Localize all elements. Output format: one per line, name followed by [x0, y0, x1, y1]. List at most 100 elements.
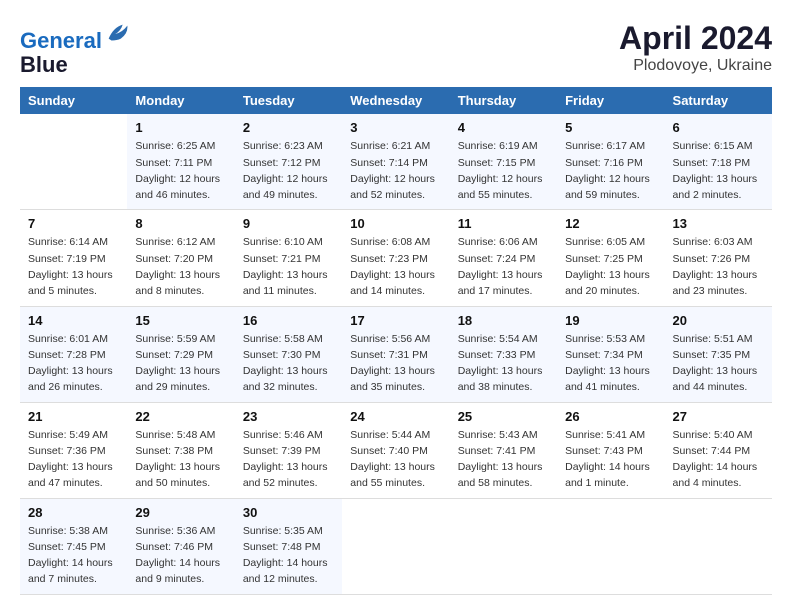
- calendar-cell: 23 Sunrise: 5:46 AMSunset: 7:39 PMDayligh…: [235, 402, 342, 498]
- calendar-header-row: SundayMondayTuesdayWednesdayThursdayFrid…: [20, 87, 772, 114]
- day-number: 6: [673, 120, 764, 135]
- calendar-cell: 26Sunrise: 5:41 AMSunset: 7:43 PMDayligh…: [557, 402, 664, 498]
- calendar-cell: 2 Sunrise: 6:23 AMSunset: 7:12 PMDaylight…: [235, 114, 342, 210]
- calendar-week-row: 14Sunrise: 6:01 AMSunset: 7:28 PMDayligh…: [20, 306, 772, 402]
- calendar-cell: 19 Sunrise: 5:53 AMSunset: 7:34 PMDayligh…: [557, 306, 664, 402]
- day-info: Sunrise: 6:12 AMSunset: 7:20 PMDaylight:…: [135, 234, 226, 299]
- calendar-cell: 29 Sunrise: 5:36 AMSunset: 7:46 PMDayligh…: [127, 498, 234, 594]
- column-header-tuesday: Tuesday: [235, 87, 342, 114]
- day-info: Sunrise: 5:51 AMSunset: 7:35 PMDaylight:…: [673, 331, 764, 396]
- month-year-title: April 2024: [619, 20, 772, 57]
- calendar-cell: 21 Sunrise: 5:49 AMSunset: 7:36 PMDayligh…: [20, 402, 127, 498]
- day-number: 27: [673, 409, 764, 424]
- day-info: Sunrise: 5:43 AMSunset: 7:41 PMDaylight:…: [458, 427, 549, 492]
- calendar-cell: 10 Sunrise: 6:08 AMSunset: 7:23 PMDayligh…: [342, 210, 449, 306]
- day-number: 25: [458, 409, 549, 424]
- day-info: Sunrise: 6:03 AMSunset: 7:26 PMDaylight:…: [673, 234, 764, 299]
- day-info: Sunrise: 5:59 AMSunset: 7:29 PMDaylight:…: [135, 331, 226, 396]
- title-block: April 2024 Plodovoye, Ukraine: [619, 20, 772, 75]
- day-number: 4: [458, 120, 549, 135]
- calendar-week-row: 1Sunrise: 6:25 AMSunset: 7:11 PMDaylight…: [20, 114, 772, 210]
- day-number: 7: [28, 216, 119, 231]
- calendar-cell: 14Sunrise: 6:01 AMSunset: 7:28 PMDayligh…: [20, 306, 127, 402]
- day-info: Sunrise: 6:15 AMSunset: 7:18 PMDaylight:…: [673, 138, 764, 203]
- day-number: 19: [565, 313, 656, 328]
- day-number: 12: [565, 216, 656, 231]
- day-number: 21: [28, 409, 119, 424]
- day-info: Sunrise: 5:36 AMSunset: 7:46 PMDaylight:…: [135, 523, 226, 588]
- day-info: Sunrise: 6:10 AMSunset: 7:21 PMDaylight:…: [243, 234, 334, 299]
- calendar-cell: [557, 498, 664, 594]
- calendar-cell: 27 Sunrise: 5:40 AMSunset: 7:44 PMDayligh…: [665, 402, 772, 498]
- day-number: 15: [135, 313, 226, 328]
- day-number: 17: [350, 313, 441, 328]
- day-info: Sunrise: 5:49 AMSunset: 7:36 PMDaylight:…: [28, 427, 119, 492]
- calendar-cell: [450, 498, 557, 594]
- calendar-cell: [342, 498, 449, 594]
- calendar-week-row: 7 Sunrise: 6:14 AMSunset: 7:19 PMDaylight…: [20, 210, 772, 306]
- day-number: 24: [350, 409, 441, 424]
- calendar-cell: 8Sunrise: 6:12 AMSunset: 7:20 PMDaylight…: [127, 210, 234, 306]
- calendar-week-row: 21 Sunrise: 5:49 AMSunset: 7:36 PMDayligh…: [20, 402, 772, 498]
- day-number: 29: [135, 505, 226, 520]
- calendar-cell: 6 Sunrise: 6:15 AMSunset: 7:18 PMDaylight…: [665, 114, 772, 210]
- column-header-thursday: Thursday: [450, 87, 557, 114]
- day-info: Sunrise: 5:40 AMSunset: 7:44 PMDaylight:…: [673, 427, 764, 492]
- day-info: Sunrise: 5:48 AMSunset: 7:38 PMDaylight:…: [135, 427, 226, 492]
- calendar-cell: 30 Sunrise: 5:35 AMSunset: 7:48 PMDayligh…: [235, 498, 342, 594]
- day-number: 3: [350, 120, 441, 135]
- day-info: Sunrise: 6:08 AMSunset: 7:23 PMDaylight:…: [350, 234, 441, 299]
- calendar-cell: 17Sunrise: 5:56 AMSunset: 7:31 PMDayligh…: [342, 306, 449, 402]
- day-number: 18: [458, 313, 549, 328]
- calendar-cell: 9 Sunrise: 6:10 AMSunset: 7:21 PMDaylight…: [235, 210, 342, 306]
- day-number: 13: [673, 216, 764, 231]
- day-number: 11: [458, 216, 549, 231]
- calendar-cell: 15 Sunrise: 5:59 AMSunset: 7:29 PMDayligh…: [127, 306, 234, 402]
- day-info: Sunrise: 6:01 AMSunset: 7:28 PMDaylight:…: [28, 331, 119, 396]
- location-subtitle: Plodovoye, Ukraine: [619, 57, 772, 75]
- logo-text: General Blue: [20, 20, 132, 77]
- day-number: 9: [243, 216, 334, 231]
- calendar-cell: 11 Sunrise: 6:06 AMSunset: 7:24 PMDayligh…: [450, 210, 557, 306]
- calendar-cell: [20, 114, 127, 210]
- day-number: 10: [350, 216, 441, 231]
- day-info: Sunrise: 5:54 AMSunset: 7:33 PMDaylight:…: [458, 331, 549, 396]
- column-header-friday: Friday: [557, 87, 664, 114]
- page-header: General Blue April 2024 Plodovoye, Ukrai…: [20, 20, 772, 77]
- day-info: Sunrise: 6:23 AMSunset: 7:12 PMDaylight:…: [243, 138, 334, 203]
- calendar-cell: 18 Sunrise: 5:54 AMSunset: 7:33 PMDayligh…: [450, 306, 557, 402]
- day-number: 23: [243, 409, 334, 424]
- calendar-cell: 16Sunrise: 5:58 AMSunset: 7:30 PMDayligh…: [235, 306, 342, 402]
- day-number: 16: [243, 313, 334, 328]
- logo: General Blue: [20, 20, 132, 77]
- column-header-monday: Monday: [127, 87, 234, 114]
- calendar-cell: 4 Sunrise: 6:19 AMSunset: 7:15 PMDaylight…: [450, 114, 557, 210]
- day-info: Sunrise: 5:44 AMSunset: 7:40 PMDaylight:…: [350, 427, 441, 492]
- column-header-wednesday: Wednesday: [342, 87, 449, 114]
- calendar-cell: 24 Sunrise: 5:44 AMSunset: 7:40 PMDayligh…: [342, 402, 449, 498]
- calendar-cell: 3 Sunrise: 6:21 AMSunset: 7:14 PMDaylight…: [342, 114, 449, 210]
- day-number: 30: [243, 505, 334, 520]
- day-info: Sunrise: 5:41 AMSunset: 7:43 PMDaylight:…: [565, 427, 656, 492]
- day-info: Sunrise: 5:35 AMSunset: 7:48 PMDaylight:…: [243, 523, 334, 588]
- column-header-sunday: Sunday: [20, 87, 127, 114]
- day-info: Sunrise: 6:21 AMSunset: 7:14 PMDaylight:…: [350, 138, 441, 203]
- calendar-cell: 20Sunrise: 5:51 AMSunset: 7:35 PMDayligh…: [665, 306, 772, 402]
- day-info: Sunrise: 6:25 AMSunset: 7:11 PMDaylight:…: [135, 138, 226, 203]
- day-info: Sunrise: 5:53 AMSunset: 7:34 PMDaylight:…: [565, 331, 656, 396]
- calendar-cell: 22Sunrise: 5:48 AMSunset: 7:38 PMDayligh…: [127, 402, 234, 498]
- day-info: Sunrise: 6:14 AMSunset: 7:19 PMDaylight:…: [28, 234, 119, 299]
- calendar-cell: 28Sunrise: 5:38 AMSunset: 7:45 PMDayligh…: [20, 498, 127, 594]
- day-info: Sunrise: 6:19 AMSunset: 7:15 PMDaylight:…: [458, 138, 549, 203]
- day-info: Sunrise: 6:06 AMSunset: 7:24 PMDaylight:…: [458, 234, 549, 299]
- day-number: 2: [243, 120, 334, 135]
- day-info: Sunrise: 6:05 AMSunset: 7:25 PMDaylight:…: [565, 234, 656, 299]
- calendar-week-row: 28Sunrise: 5:38 AMSunset: 7:45 PMDayligh…: [20, 498, 772, 594]
- calendar-cell: [665, 498, 772, 594]
- column-header-saturday: Saturday: [665, 87, 772, 114]
- day-info: Sunrise: 6:17 AMSunset: 7:16 PMDaylight:…: [565, 138, 656, 203]
- calendar-cell: 1Sunrise: 6:25 AMSunset: 7:11 PMDaylight…: [127, 114, 234, 210]
- logo-bird-icon: [104, 20, 132, 48]
- day-info: Sunrise: 5:46 AMSunset: 7:39 PMDaylight:…: [243, 427, 334, 492]
- day-number: 5: [565, 120, 656, 135]
